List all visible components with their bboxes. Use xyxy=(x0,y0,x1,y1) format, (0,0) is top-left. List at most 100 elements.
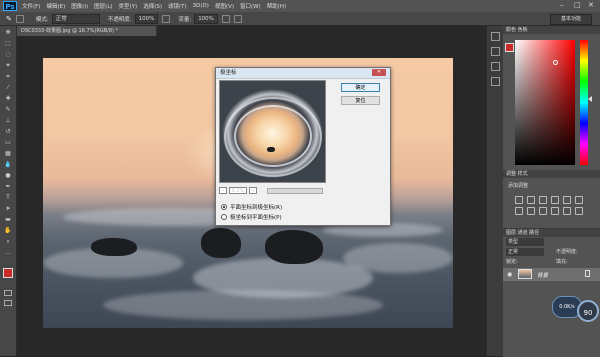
color-field[interactable] xyxy=(515,40,575,165)
brush-tool-icon[interactable]: ✎ xyxy=(3,106,13,114)
menu-help[interactable]: 帮助(H) xyxy=(267,2,286,10)
minimize-icon[interactable]: – xyxy=(560,1,564,9)
quick-mask-icon[interactable] xyxy=(4,290,12,296)
color-lookup-icon[interactable] xyxy=(563,207,571,215)
invert-icon[interactable] xyxy=(575,207,583,215)
gradient-tool-icon[interactable]: ▦ xyxy=(3,150,13,158)
hue-slider-handle[interactable] xyxy=(588,96,592,102)
filter-preview[interactable] xyxy=(219,80,326,183)
menu-3d[interactable]: 3D(D) xyxy=(193,3,209,9)
menu-file[interactable]: 文件(F) xyxy=(22,2,40,10)
visibility-eye-icon[interactable]: ◉ xyxy=(507,271,512,278)
zoom-in-button[interactable]: + xyxy=(249,187,257,194)
history-brush-tool-icon[interactable]: ↺ xyxy=(3,128,13,136)
flow-input[interactable]: 100% xyxy=(194,13,218,24)
preview-scrollbar[interactable] xyxy=(267,187,323,194)
mode-select[interactable]: 正常 xyxy=(51,13,100,24)
rect-to-polar-radio[interactable] xyxy=(221,204,227,210)
workspace-switcher[interactable]: 基本功能 xyxy=(550,14,592,25)
crop-tool-icon[interactable]: ⌗ xyxy=(3,73,13,81)
hue-saturation-icon[interactable] xyxy=(575,196,583,204)
mode-label: 模式: xyxy=(35,16,49,23)
ok-button[interactable]: 确定 xyxy=(341,83,380,92)
color-picker-handle[interactable] xyxy=(553,60,558,65)
color-panel-tabs[interactable]: 颜色 色板 xyxy=(503,26,600,34)
menu-select[interactable]: 选择(S) xyxy=(143,2,162,10)
panel-icon-strip xyxy=(486,26,503,356)
wave-foam xyxy=(103,290,383,320)
rock xyxy=(91,238,137,256)
eraser-tool-icon[interactable]: ▭ xyxy=(3,139,13,147)
foreground-color-swatch[interactable] xyxy=(3,268,13,278)
path-select-tool-icon[interactable]: ➤ xyxy=(3,205,13,213)
menu-layer[interactable]: 图层(L) xyxy=(94,2,112,10)
option-rect-to-polar[interactable]: 平面坐标到极坐标(R) xyxy=(221,203,282,211)
menu-edit[interactable]: 编辑(E) xyxy=(46,2,65,10)
channel-mixer-icon[interactable] xyxy=(551,207,559,215)
layer-filter-select[interactable]: 类型 xyxy=(506,238,544,246)
black-white-icon[interactable] xyxy=(527,207,535,215)
exposure-icon[interactable] xyxy=(551,196,559,204)
photo-filter-icon[interactable] xyxy=(539,207,547,215)
menu-window[interactable]: 窗口(W) xyxy=(240,2,261,10)
preview-rock xyxy=(267,147,275,152)
add-adjustment-label: 添加调整 xyxy=(508,183,529,189)
layers-panel-tabs[interactable]: 图层 通道 路径 xyxy=(503,229,600,237)
history-panel-icon[interactable] xyxy=(490,32,500,41)
menu-filter[interactable]: 滤镜(T) xyxy=(168,2,187,10)
zoom-out-button[interactable]: − xyxy=(219,187,227,194)
screen-mode-icon[interactable] xyxy=(4,300,12,306)
maximize-icon[interactable]: □ xyxy=(574,1,581,9)
clone-stamp-tool-icon[interactable]: ⊥ xyxy=(3,117,13,125)
close-icon[interactable]: ✕ xyxy=(588,1,594,9)
pressure-size-icon[interactable] xyxy=(233,14,242,23)
menu-view[interactable]: 视图(V) xyxy=(215,2,234,10)
panel-foreground-swatch[interactable] xyxy=(505,43,514,52)
brush-panel-toggle-icon[interactable] xyxy=(15,14,24,23)
brightness-icon[interactable] xyxy=(515,196,523,204)
color-balance-icon[interactable] xyxy=(515,207,523,215)
marquee-tool-icon[interactable]: ⬚ xyxy=(3,40,13,48)
adjustments-panel-tabs[interactable]: 调整 样式 xyxy=(503,170,600,178)
reset-button[interactable]: 复位 xyxy=(341,96,380,105)
adjustment-icons xyxy=(515,196,587,215)
dodge-tool-icon[interactable]: ● xyxy=(3,172,13,180)
dialog-close-button[interactable]: ✕ xyxy=(372,69,386,76)
move-tool-icon[interactable]: ✥ xyxy=(3,29,13,37)
character-panel-icon[interactable] xyxy=(490,77,500,86)
memory-usage-badge[interactable]: 90 xyxy=(577,300,599,322)
type-tool-icon[interactable]: T xyxy=(3,194,13,202)
blur-tool-icon[interactable]: 💧 xyxy=(3,161,13,169)
pen-tool-icon[interactable]: ✒ xyxy=(3,183,13,191)
lasso-tool-icon[interactable]: ◌ xyxy=(3,51,13,59)
layer-thumbnail xyxy=(518,269,532,279)
eyedropper-tool-icon[interactable]: ⁄ xyxy=(3,84,13,92)
healing-brush-tool-icon[interactable]: ✚ xyxy=(3,95,13,103)
vibrance-icon[interactable] xyxy=(563,196,571,204)
flow-label: 流量: xyxy=(178,16,192,23)
quick-select-tool-icon[interactable]: ✦ xyxy=(3,62,13,70)
brush-panel-icon[interactable] xyxy=(490,62,500,71)
more-tools-icon[interactable]: … xyxy=(3,249,13,257)
brush-preset-picker[interactable]: ✎ xyxy=(6,15,12,23)
airbrush-icon[interactable] xyxy=(221,14,230,23)
levels-icon[interactable] xyxy=(527,196,535,204)
zoom-tool-icon[interactable]: ⌕ xyxy=(3,238,13,246)
properties-panel-icon[interactable] xyxy=(490,47,500,56)
menu-type[interactable]: 类型(Y) xyxy=(119,2,138,10)
opacity-input[interactable]: 100% xyxy=(134,13,159,24)
layer-name[interactable]: 背景 xyxy=(537,271,548,279)
blend-mode-select[interactable]: 正常 xyxy=(506,248,544,256)
opacity-label: 不透明度: xyxy=(107,16,132,23)
document-tab[interactable]: DSC0333-效果图.jpg @ 16.7%(RGB/8) * xyxy=(17,26,157,36)
shape-tool-icon[interactable]: ▬ xyxy=(3,216,13,224)
pressure-opacity-icon[interactable] xyxy=(162,14,171,23)
hue-slider[interactable] xyxy=(580,40,588,165)
polar-to-rect-radio[interactable] xyxy=(221,214,227,220)
curves-icon[interactable] xyxy=(539,196,547,204)
preview-zoom-controls: − 6.3% + xyxy=(219,186,323,195)
rock xyxy=(201,228,241,258)
hand-tool-icon[interactable]: ✋ xyxy=(3,227,13,235)
option-polar-to-rect[interactable]: 极坐标到平面坐标(P) xyxy=(221,213,282,221)
menu-image[interactable]: 图像(I) xyxy=(71,2,88,10)
